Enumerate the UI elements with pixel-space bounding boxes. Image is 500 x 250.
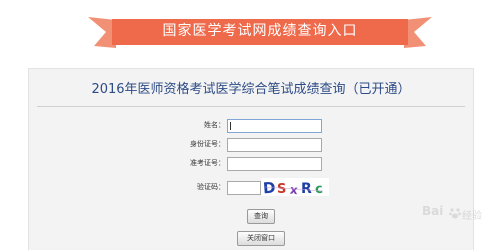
panel-divider xyxy=(37,106,465,107)
watermark-suffix: 经验 xyxy=(462,211,482,222)
exam-number-label: 准考证号： xyxy=(190,159,225,167)
id-row: 身份证号： xyxy=(29,138,473,152)
name-label: 姓名： xyxy=(204,121,225,129)
panel-title: 2016年医师资格考试医学综合笔试成绩查询（已开通） xyxy=(91,82,411,97)
captcha-label: 验证码： xyxy=(197,183,225,191)
captcha-image[interactable]: D S x R c xyxy=(261,178,329,196)
id-number-input[interactable] xyxy=(227,138,322,152)
exam-number-row: 准考证号： xyxy=(29,157,473,171)
page-banner: 国家医学考试网成绩查询入口 xyxy=(86,12,434,52)
name-input[interactable] xyxy=(227,119,322,133)
captcha-row: 验证码： D S x R c xyxy=(29,178,473,196)
query-button[interactable]: 查询 xyxy=(247,209,275,224)
id-label: 身份证号： xyxy=(190,140,225,148)
svg-text:R: R xyxy=(301,181,312,196)
text-caret xyxy=(230,122,231,130)
svg-text:c: c xyxy=(314,182,323,196)
exam-number-input[interactable] xyxy=(227,157,322,171)
captcha-input[interactable] xyxy=(227,181,261,195)
svg-text:S: S xyxy=(277,182,286,196)
watermark-brand: Bai xyxy=(422,204,444,218)
close-window-button[interactable]: 关闭窗口 xyxy=(237,231,285,246)
baidu-watermark: Bai 经验 xyxy=(422,198,492,228)
paw-icon xyxy=(449,208,461,219)
name-row: 姓名： xyxy=(29,119,473,133)
banner-title: 国家医学考试网成绩查询入口 xyxy=(162,23,358,39)
query-panel: 2016年医师资格考试医学综合笔试成绩查询（已开通） 姓名： 身份证号： 准考证… xyxy=(28,68,474,250)
